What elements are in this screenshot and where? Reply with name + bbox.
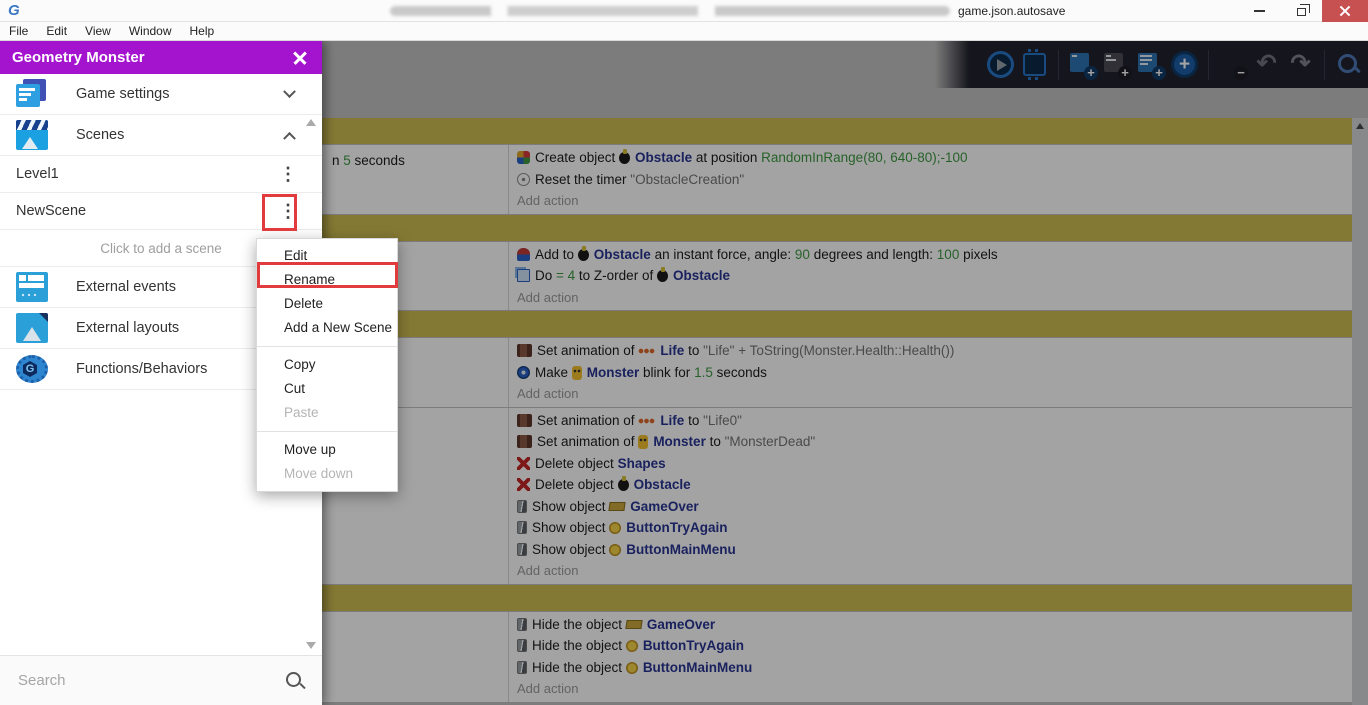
highlight-rename-box: [257, 262, 398, 288]
drawer-search: [0, 655, 322, 705]
scene-name: Level1: [16, 166, 278, 182]
external-events-icon: [16, 272, 48, 302]
search-icon[interactable]: [284, 670, 306, 692]
functions-behaviors-icon: [16, 355, 48, 383]
sidebar-item-label: Scenes: [76, 127, 285, 143]
highlight-kebab-box: [262, 194, 297, 231]
scene-name: NewScene: [16, 203, 278, 219]
external-layouts-icon: [16, 313, 48, 343]
menu-item-view[interactable]: View: [76, 24, 120, 38]
drawer-scroll-up-icon[interactable]: [306, 119, 316, 126]
menu-separator: [257, 431, 397, 432]
context-menu-item-delete[interactable]: Delete: [257, 292, 397, 316]
kebab-menu-icon[interactable]: ⋮: [278, 164, 298, 185]
minimize-button[interactable]: [1238, 0, 1280, 22]
context-menu-item-add-a-new-scene[interactable]: Add a New Scene: [257, 316, 397, 340]
minimize-icon: [1254, 10, 1265, 12]
chevron-up-icon: [283, 131, 296, 144]
context-menu-item-paste: Paste: [257, 401, 397, 425]
sidebar-item-game-settings[interactable]: Game settings: [0, 74, 322, 115]
drawer-close-button[interactable]: [290, 48, 310, 68]
window-title-text: game.json.autosave: [958, 4, 1065, 18]
title-bar: G game.json.autosave: [0, 0, 1368, 22]
menu-bar: FileEditViewWindowHelp: [0, 22, 1368, 41]
title-redacted-text: [390, 6, 950, 16]
restore-button[interactable]: [1280, 0, 1322, 22]
menu-item-window[interactable]: Window: [120, 24, 181, 38]
context-menu-item-copy[interactable]: Copy: [257, 353, 397, 377]
drawer-header: Geometry Monster: [0, 41, 322, 74]
restore-icon: [1297, 8, 1306, 16]
game-settings-icon: [16, 79, 48, 109]
search-input[interactable]: [16, 671, 284, 690]
close-button[interactable]: [1322, 0, 1368, 22]
context-menu-item-move-down: Move down: [257, 462, 397, 486]
drawer-scroll-down-icon[interactable]: [306, 642, 316, 649]
sidebar-item-scenes[interactable]: Scenes: [0, 115, 322, 156]
context-menu-item-cut[interactable]: Cut: [257, 377, 397, 401]
project-title: Geometry Monster: [12, 49, 290, 66]
window-title: game.json.autosave: [390, 0, 1065, 22]
scenes-icon: [16, 120, 48, 150]
context-menu-item-move-up[interactable]: Move up: [257, 438, 397, 462]
gdevelop-logo-icon: G: [8, 1, 20, 21]
gdevelop-window: G game.json.autosave FileEditViewWindowH…: [0, 0, 1368, 705]
add-scene-hint-label: Click to add a scene: [100, 241, 222, 256]
menu-item-file[interactable]: File: [0, 24, 37, 38]
scene-item-level1[interactable]: Level1⋮: [0, 156, 322, 193]
menu-item-help[interactable]: Help: [181, 24, 224, 38]
menu-item-edit[interactable]: Edit: [37, 24, 76, 38]
window-controls: [1238, 0, 1368, 22]
chevron-down-icon: [283, 85, 296, 98]
sidebar-item-label: Game settings: [76, 86, 285, 102]
menu-separator: [257, 346, 397, 347]
